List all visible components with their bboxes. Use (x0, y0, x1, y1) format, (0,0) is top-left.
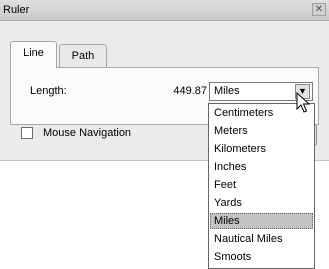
unit-option-yards[interactable]: Yards (210, 195, 313, 211)
title-bar[interactable]: Ruler ✕ (0, 0, 329, 21)
tab-path[interactable]: Path (59, 44, 107, 68)
unit-option-meters[interactable]: Meters (210, 123, 313, 139)
units-dropdown-list: Centimeters Meters Kilometers Inches Fee… (208, 103, 315, 269)
units-selected-value: Miles (214, 85, 240, 97)
unit-option-miles[interactable]: Miles (210, 213, 313, 229)
arrow-pointer-icon (296, 92, 310, 113)
close-icon: ✕ (314, 4, 324, 15)
unit-option-feet[interactable]: Feet (210, 177, 313, 193)
close-button[interactable]: ✕ (312, 3, 326, 16)
length-label: Length: (30, 85, 67, 97)
unit-option-inches[interactable]: Inches (210, 159, 313, 175)
mouse-navigation-label: Mouse Navigation (43, 127, 132, 139)
unit-option-nautical-miles[interactable]: Nautical Miles (210, 231, 313, 247)
mouse-navigation-checkbox[interactable] (21, 127, 33, 139)
unit-option-kilometers[interactable]: Kilometers (210, 141, 313, 157)
length-value: 449.87 (173, 85, 207, 97)
tab-path-label: Path (71, 50, 95, 62)
tab-line[interactable]: Line (10, 41, 57, 68)
unit-option-smoots[interactable]: Smoots (210, 249, 313, 265)
window-title: Ruler (3, 4, 30, 16)
tab-line-label: Line (23, 47, 44, 59)
